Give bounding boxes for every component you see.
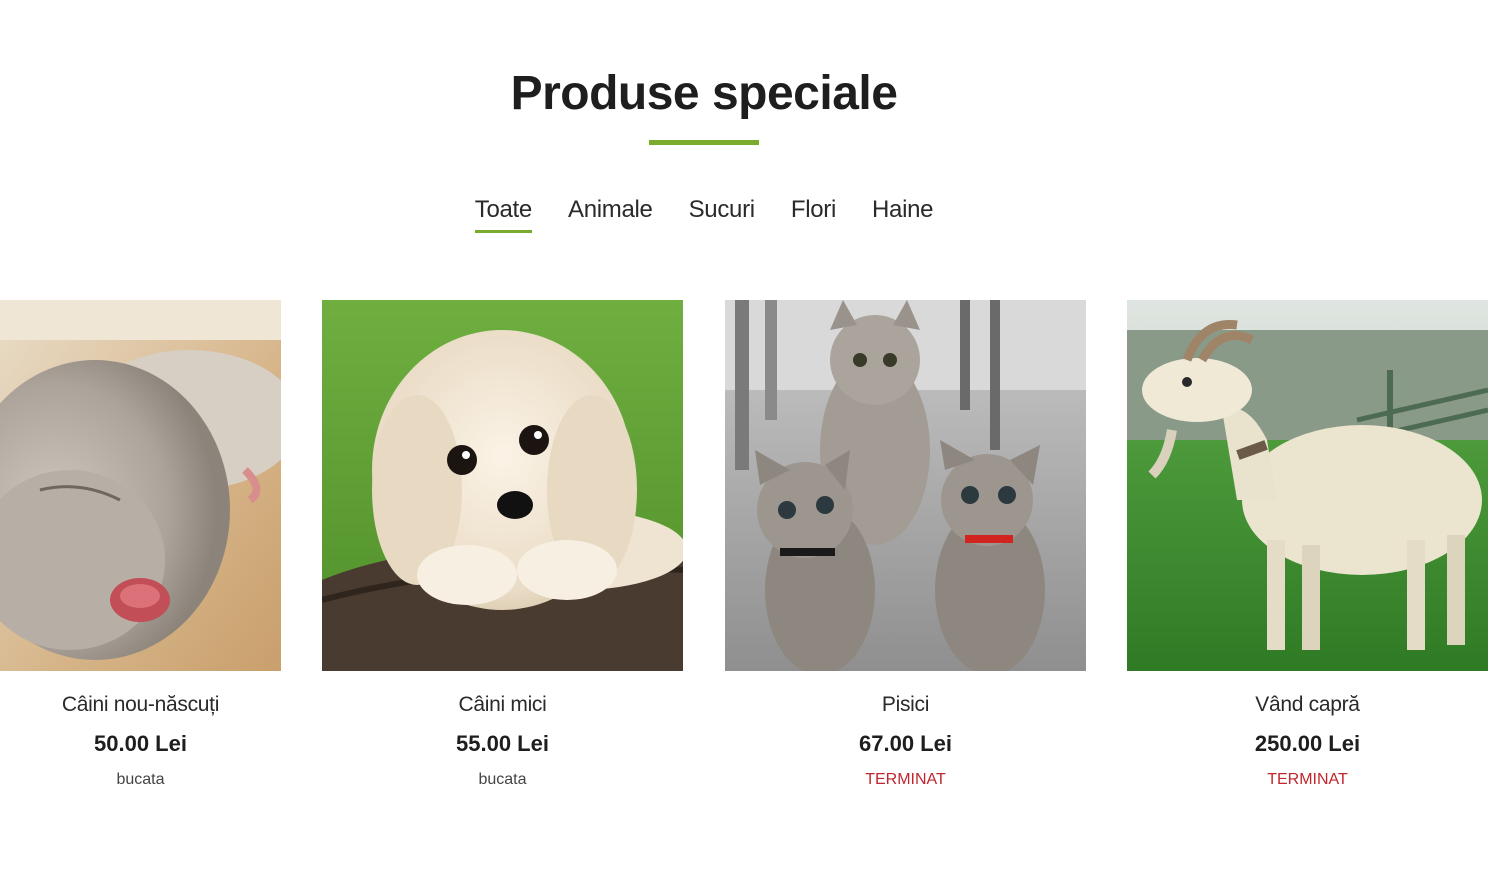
product-image[interactable] <box>725 300 1086 671</box>
kittens-photo <box>725 300 1086 671</box>
product-card[interactable]: Câini mici 55.00 Lei bucata <box>322 300 683 789</box>
tab-animale[interactable]: Animale <box>568 196 653 233</box>
product-name[interactable]: Pisici <box>725 693 1086 717</box>
product-unit: bucata <box>478 771 527 788</box>
product-price: 50.00 Lei <box>94 731 187 756</box>
tab-toate[interactable]: Toate <box>474 196 532 233</box>
goat-photo <box>1127 300 1488 671</box>
product-name[interactable]: Vând capră <box>1127 693 1488 717</box>
title-underline <box>649 140 759 145</box>
product-name[interactable]: Câini nou-născuți <box>0 693 281 717</box>
special-products-section: Produse speciale Toate Animale Sucuri Fl… <box>0 0 1497 876</box>
product-card[interactable]: Câini nou-născuți 50.00 Lei bucata <box>0 300 281 789</box>
product-name[interactable]: Câini mici <box>322 693 683 717</box>
out-of-stock-label: TERMINAT <box>865 771 946 788</box>
tab-haine[interactable]: Haine <box>872 196 934 233</box>
product-image[interactable] <box>322 300 683 671</box>
tab-sucuri[interactable]: Sucuri <box>689 196 756 233</box>
product-unit: bucata <box>116 771 165 788</box>
product-image[interactable] <box>0 300 281 671</box>
newborn-puppy-photo <box>0 300 281 671</box>
product-carousel: Câini nou-născuți 50.00 Lei bucata Câini… <box>0 300 1497 820</box>
section-title: Produse speciale <box>510 67 898 120</box>
out-of-stock-label: TERMINAT <box>1267 771 1348 788</box>
product-price: 250.00 Lei <box>1254 731 1361 756</box>
product-card[interactable]: Pisici 67.00 Lei TERMINAT <box>725 300 1086 789</box>
tab-flori[interactable]: Flori <box>791 196 836 233</box>
product-image[interactable] <box>1127 300 1488 671</box>
category-filter-tabs: Toate Animale Sucuri Flori Haine <box>0 196 1408 233</box>
product-price: 67.00 Lei <box>859 731 952 756</box>
product-price: 55.00 Lei <box>456 731 549 756</box>
fluffy-puppy-photo <box>322 300 683 671</box>
product-card[interactable]: Vând capră 250.00 Lei TERMINAT <box>1127 300 1488 789</box>
